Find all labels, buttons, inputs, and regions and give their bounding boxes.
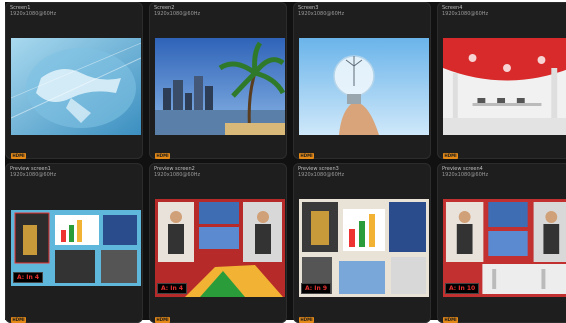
screen-panel-3[interactable]: Screen3 1920x1080@60Hz HDMI [293, 2, 431, 159]
preview-title: Preview screen4 1920x1080@60Hz [442, 166, 489, 178]
screen-title: Screen4 1920x1080@60Hz [442, 5, 489, 17]
preview-title: Preview screen2 1920x1080@60Hz [154, 166, 201, 178]
preview-panel-1[interactable]: Preview screen1 1920x1080@60Hz A: In 4 HD… [5, 163, 143, 323]
preview-composite-image: A: In 9 [299, 199, 429, 297]
input-tag: A: In 9 [301, 283, 332, 294]
screen-title: Screen1 1920x1080@60Hz [10, 5, 57, 17]
lightbulb-image [299, 38, 429, 135]
screen-title: Screen3 1920x1080@60Hz [298, 5, 345, 17]
input-badge: HDMI [443, 317, 458, 323]
input-badge: HDMI [155, 153, 170, 159]
office-interior-image [443, 38, 566, 135]
preview-panel-3[interactable]: Preview screen3 1920x1080@60Hz A: In 9 HD… [293, 163, 431, 323]
input-tag: A: In 10 [445, 283, 480, 294]
preview-title: Preview screen1 1920x1080@60Hz [10, 166, 57, 178]
input-badge: HDMI [443, 153, 458, 159]
input-badge: HDMI [299, 317, 314, 323]
screen-panel-2[interactable]: Screen2 1920x1080@60Hz HDMI [149, 2, 287, 159]
screen-title: Screen2 1920x1080@60Hz [154, 5, 201, 17]
world-map-image [11, 38, 141, 135]
screen-preview-grid: Screen1 1920x1080@60Hz HDMI Screen2 1920x1… [5, 2, 566, 323]
input-tag: A: In 4 [157, 283, 188, 294]
preview-composite-image: A: In 4 [155, 199, 285, 297]
input-badge: HDMI [155, 317, 170, 323]
preview-composite-image: A: In 10 [443, 199, 566, 297]
input-badge: HDMI [11, 317, 26, 323]
input-badge: HDMI [299, 153, 314, 159]
preview-composite-image: A: In 4 [11, 210, 141, 286]
screen-panel-1[interactable]: Screen1 1920x1080@60Hz HDMI [5, 2, 143, 159]
city-palm-image [155, 38, 285, 135]
preview-panel-2[interactable]: Preview screen2 1920x1080@60Hz A: In 4 HD… [149, 163, 287, 323]
preview-title: Preview screen3 1920x1080@60Hz [298, 166, 345, 178]
input-tag: A: In 4 [13, 272, 44, 283]
input-badge: HDMI [11, 153, 26, 159]
screen-panel-4[interactable]: Screen4 1920x1080@60Hz HDMI [437, 2, 566, 159]
preview-panel-4[interactable]: Preview screen4 1920x1080@60Hz A: In 10 H… [437, 163, 566, 323]
